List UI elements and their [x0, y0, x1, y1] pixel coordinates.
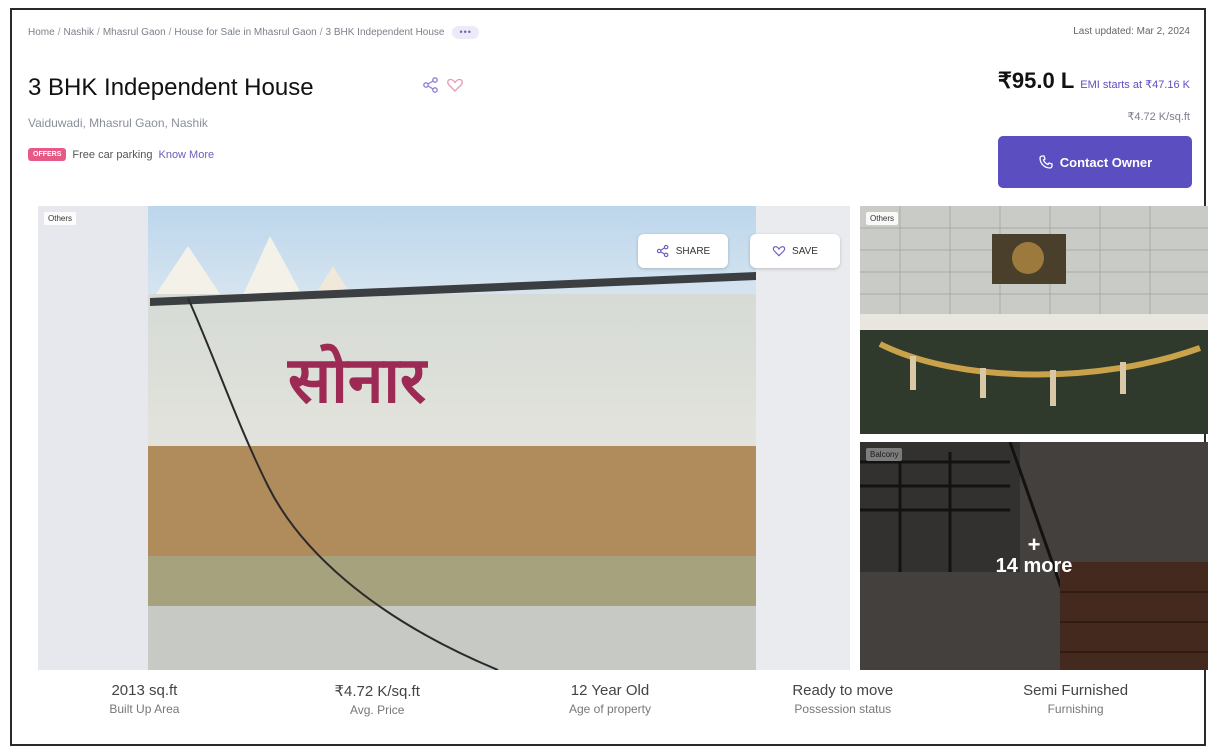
stat-furnishing: Semi Furnished Furnishing	[959, 682, 1192, 717]
share-button[interactable]: SHARE	[638, 234, 728, 268]
property-listing-page: Home / Nashik / Mhasrul Gaon / House for…	[10, 8, 1208, 746]
heart-icon	[772, 246, 786, 257]
share-label: SHARE	[675, 245, 711, 257]
breadcrumb-separator: /	[57, 27, 61, 38]
stat-label: Built Up Area	[109, 702, 180, 716]
more-photos-button[interactable]: + 14 more	[860, 442, 1208, 670]
contact-owner-label: Contact Owner	[1059, 154, 1153, 170]
price-row: ₹95.0 L EMI starts at ₹47.16 K	[998, 68, 1190, 94]
breadcrumb-separator: /	[168, 27, 172, 38]
offers-text: Free car parking	[72, 148, 153, 161]
stat-avg-price: ₹4.72 K/sq.ft Avg. Price	[261, 682, 494, 717]
offers-badge: OFFERS	[28, 148, 67, 161]
stat-label: Age of property	[568, 702, 652, 716]
stat-value: 2013 sq.ft	[111, 682, 178, 699]
more-photos-label: 14 more	[995, 554, 1073, 577]
location: Vaiduwadi, Mhasrul Gaon, Nashik	[28, 116, 208, 130]
stat-label: Furnishing	[1047, 702, 1104, 716]
price-per-sqft: ₹4.72 K/sq.ft	[1127, 111, 1190, 123]
side-photo-image	[860, 206, 1208, 434]
photo-tag: Others	[44, 212, 77, 225]
save-button[interactable]: SAVE	[750, 234, 840, 268]
know-more-link[interactable]: Know More	[158, 149, 214, 161]
heart-icon[interactable]	[446, 76, 464, 94]
contact-owner-button[interactable]: Contact Owner	[998, 136, 1192, 188]
breadcrumb-current: 3 BHK Independent House	[325, 27, 445, 38]
share-icon[interactable]	[422, 76, 440, 94]
main-photo-image: सोनार	[38, 206, 850, 670]
stat-possession: Ready to move Possession status	[726, 682, 959, 717]
stat-label: Avg. Price	[349, 703, 405, 717]
title-actions	[422, 76, 464, 94]
breadcrumb-home[interactable]: Home	[28, 27, 55, 38]
stat-built-up-area: 2013 sq.ft Built Up Area	[28, 682, 261, 717]
breadcrumb-separator: /	[319, 27, 323, 38]
stat-value: Semi Furnished	[1023, 682, 1129, 699]
last-updated: Last updated: Mar 2, 2024	[1073, 26, 1190, 37]
phone-icon	[1039, 155, 1053, 169]
breadcrumb-separator: /	[97, 27, 100, 38]
breadcrumb: Home / Nashik / Mhasrul Gaon / House for…	[28, 26, 479, 39]
stat-value: Ready to move	[792, 682, 894, 699]
emi-link[interactable]: EMI starts at ₹47.16 K	[1080, 78, 1190, 91]
breadcrumb-locality[interactable]: Mhasrul Gaon	[103, 27, 166, 38]
stat-label: Possession status	[794, 702, 892, 716]
price: ₹95.0 L	[997, 68, 1075, 93]
share-icon	[656, 244, 669, 258]
breadcrumb-city[interactable]: Nashik	[63, 27, 94, 38]
side-photo-balcony[interactable]: Balcony + 14 more	[860, 442, 1208, 670]
breadcrumb-more-button[interactable]: •••	[452, 26, 479, 39]
property-stats: 2013 sq.ft Built Up Area ₹4.72 K/sq.ft A…	[28, 682, 1192, 717]
offers-row: OFFERS Free car parking Know More	[28, 148, 214, 161]
stat-value: 12 Year Old	[570, 682, 650, 699]
plus-icon: +	[1027, 531, 1041, 557]
main-photo[interactable]: सोनार Others SHARE SAVE	[38, 206, 850, 670]
breadcrumb-category[interactable]: House for Sale in Mhasrul Gaon	[174, 27, 316, 38]
page-title: 3 BHK Independent House	[28, 74, 314, 101]
stat-age: 12 Year Old Age of property	[494, 682, 727, 717]
save-label: SAVE	[792, 245, 818, 257]
stat-value: ₹4.72 K/sq.ft	[334, 683, 420, 700]
sign-text: सोनार	[287, 343, 429, 418]
side-photo-others[interactable]: Others	[860, 206, 1208, 434]
photo-tag: Others	[866, 212, 899, 225]
